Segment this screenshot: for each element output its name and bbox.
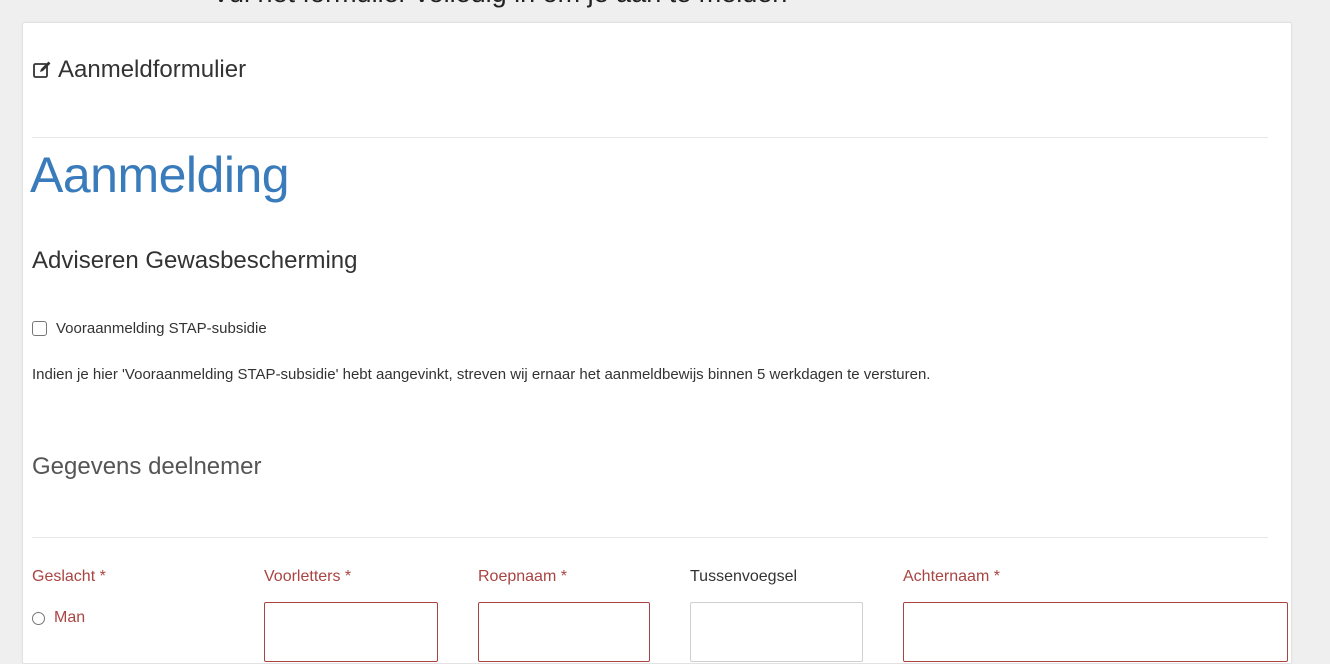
pre-registration-label[interactable]: Vooraanmelding STAP-subsidie xyxy=(56,320,267,337)
top-strip-text: Vul het formulier volledig in om je aan … xyxy=(212,0,787,9)
prefix-input[interactable] xyxy=(690,602,863,662)
pre-registration-checkbox-row[interactable]: Vooraanmelding STAP-subsidie xyxy=(32,320,267,337)
section-divider xyxy=(32,537,1268,538)
radio-male[interactable] xyxy=(32,611,45,625)
panel-heading-text: Aanmeldformulier xyxy=(58,56,247,83)
pre-registration-checkbox[interactable] xyxy=(32,321,47,336)
page-title: Aanmelding xyxy=(30,147,290,203)
divider xyxy=(32,137,1268,138)
section-title: Gegevens deelnemer xyxy=(32,453,262,480)
last-name-label: Achternaam * xyxy=(903,568,1000,585)
panel-heading: Aanmeldformulier xyxy=(32,58,246,82)
pre-registration-info: Indien je hier 'Vooraanmelding STAP-subs… xyxy=(32,366,931,383)
first-name-input[interactable] xyxy=(478,602,650,662)
course-title: Adviseren Gewasbescherming xyxy=(32,247,358,274)
initials-label: Voorletters * xyxy=(264,568,352,585)
initials-input[interactable] xyxy=(264,602,438,662)
last-name-input[interactable] xyxy=(903,602,1288,662)
prefix-label: Tussenvoegsel xyxy=(690,568,798,585)
gender-option-male[interactable]: Man xyxy=(32,609,85,627)
top-strip: Vul het formulier volledig in om je aan … xyxy=(0,0,1330,22)
gender-option-label[interactable]: Man xyxy=(54,609,85,627)
first-name-label: Roepnaam * xyxy=(478,568,567,585)
form-panel xyxy=(22,22,1292,664)
edit-icon xyxy=(33,61,51,78)
gender-label: Geslacht * xyxy=(32,568,106,585)
